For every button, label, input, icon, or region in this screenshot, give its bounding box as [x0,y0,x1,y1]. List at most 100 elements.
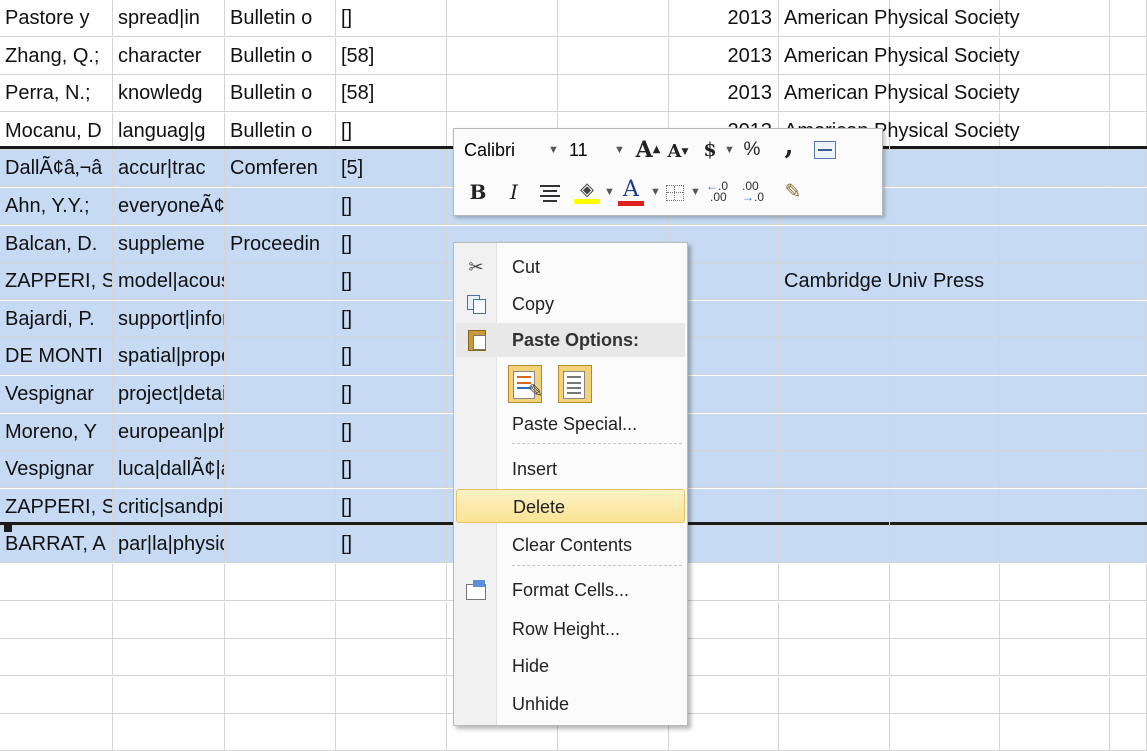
grid-cell[interactable] [890,451,1000,489]
grid-cell[interactable]: european|physic|sc [113,413,225,451]
grid-cell[interactable]: ZAPPERI, S [0,488,113,526]
grid-cell[interactable] [336,564,447,601]
grid-cell[interactable]: [] [336,488,447,526]
table-row[interactable]: Perra, N.; knowledg Bulletin o [58] 2013 Amer… [0,75,1147,113]
grid-cell[interactable]: DallÃ¢â‚¬â [0,150,113,188]
menu-item-row-height[interactable]: Row Height... [456,612,685,646]
menu-item-hide[interactable]: Hide [456,649,685,683]
grid-cell[interactable]: Vespignar [0,376,113,413]
grid-cell[interactable] [890,225,1000,263]
grid-cell[interactable] [1000,526,1110,564]
grid-cell[interactable] [1000,376,1110,413]
grid-cell[interactable] [1000,601,1110,639]
grid-cell[interactable] [1000,676,1110,714]
grid-cell[interactable] [0,601,113,639]
grid-cell[interactable] [225,188,336,225]
grid-cell[interactable]: [] [336,451,447,489]
grid-cell[interactable] [336,676,447,714]
grid-cell[interactable] [1110,526,1147,564]
grid-cell[interactable]: Zhang, Q.; [0,37,113,75]
grid-cell[interactable] [1110,225,1147,263]
grid-cell[interactable]: [] [336,300,447,338]
grid-cell[interactable]: Cambridge Univ Press [779,263,984,301]
grid-cell[interactable] [1110,676,1147,714]
grid-cell[interactable] [1110,300,1147,338]
grid-cell[interactable] [0,714,113,751]
grid-cell[interactable] [225,488,336,526]
grid-cell[interactable] [890,714,1000,751]
borders-dropdown-icon[interactable]: ▼ [690,179,701,205]
comma-style-button[interactable]: , [779,133,799,159]
grid-cell[interactable] [890,488,1000,526]
font-name-box[interactable]: Calibri [461,137,561,163]
grid-cell[interactable]: American Physical Society [779,0,1020,37]
grid-cell[interactable] [1000,413,1110,451]
grid-cell[interactable]: everyoneÃ¢|s|editc [113,188,225,225]
table-row[interactable]: Zhang, Q.; character Bulletin o [58] 2013 Ame… [0,37,1147,75]
menu-item-delete[interactable]: Delete [456,489,685,523]
grid-cell[interactable]: critic|sandpil|mode [113,488,225,526]
grid-cell[interactable]: Pastore y [0,0,113,37]
currency-format-button[interactable]: $ [700,137,720,163]
percent-style-button[interactable]: % [740,137,764,163]
grid-cell[interactable] [890,188,1000,225]
grid-cell[interactable] [225,676,336,714]
grid-cell[interactable]: spatial|properti|we [113,338,225,376]
grid-cell[interactable]: [] [336,225,447,263]
grid-cell[interactable]: BARRAT, A [0,526,113,564]
grid-cell[interactable]: [58] [336,37,447,75]
grid-cell[interactable] [1110,451,1147,489]
grid-cell[interactable] [1110,564,1147,601]
grid-cell[interactable]: model|acoust|emis [113,263,225,301]
grid-cell[interactable] [1110,0,1147,37]
grid-cell[interactable] [779,225,890,263]
grid-cell[interactable] [890,639,1000,677]
grid-cell[interactable] [225,300,336,338]
grid-cell[interactable] [1110,601,1147,639]
grid-cell[interactable] [890,338,1000,376]
grid-cell[interactable] [1110,488,1147,526]
grid-cell[interactable]: par|la|physiqu|stat [113,526,225,564]
grid-cell[interactable] [779,451,890,489]
grid-cell[interactable] [225,564,336,601]
grid-cell[interactable]: luca|dallÃ¢|asta1|a [113,451,225,489]
grid-cell[interactable]: [] [336,376,447,413]
grid-cell[interactable]: [] [336,338,447,376]
grid-cell[interactable]: Bulletin o [225,112,336,150]
grid-cell[interactable] [336,714,447,751]
grid-cell[interactable]: 2013 [669,75,779,113]
grid-cell[interactable] [225,413,336,451]
grid-cell[interactable]: languag|g [113,112,225,150]
grid-cell[interactable]: support|inform|tex [113,300,225,338]
grid-cell[interactable] [558,0,669,37]
grid-cell[interactable] [1110,188,1147,225]
grid-cell[interactable]: project|detail [113,376,225,413]
grid-cell[interactable] [1000,714,1110,751]
grid-cell[interactable]: Perra, N.; [0,75,113,113]
grid-cell[interactable] [113,639,225,677]
grid-cell[interactable] [890,150,1000,188]
grid-cell[interactable] [558,75,669,113]
grid-cell[interactable] [1000,338,1110,376]
grid-cell[interactable] [779,488,890,526]
grid-cell[interactable] [779,639,890,677]
grid-cell[interactable]: Vespignar [0,451,113,489]
grid-cell[interactable] [225,376,336,413]
grid-cell[interactable] [1000,564,1110,601]
paste-values-icon[interactable] [556,363,596,405]
grid-cell[interactable] [890,601,1000,639]
grid-cell[interactable] [779,676,890,714]
grid-cell[interactable] [1000,639,1110,677]
grid-cell[interactable] [336,639,447,677]
grid-cell[interactable]: Ahn, Y.Y.; [0,188,113,225]
grid-cell[interactable]: [] [336,188,447,225]
grid-cell[interactable] [890,376,1000,413]
grid-cell[interactable]: American Physical Society [779,75,1020,113]
grid-cell[interactable] [779,564,890,601]
fill-color-dropdown-icon[interactable]: ▼ [604,179,615,205]
grid-cell[interactable] [890,413,1000,451]
grid-cell[interactable] [447,0,558,37]
font-name-dropdown-icon[interactable]: ▼ [548,137,559,163]
grid-cell[interactable] [1000,488,1110,526]
grid-cell[interactable] [0,564,113,601]
